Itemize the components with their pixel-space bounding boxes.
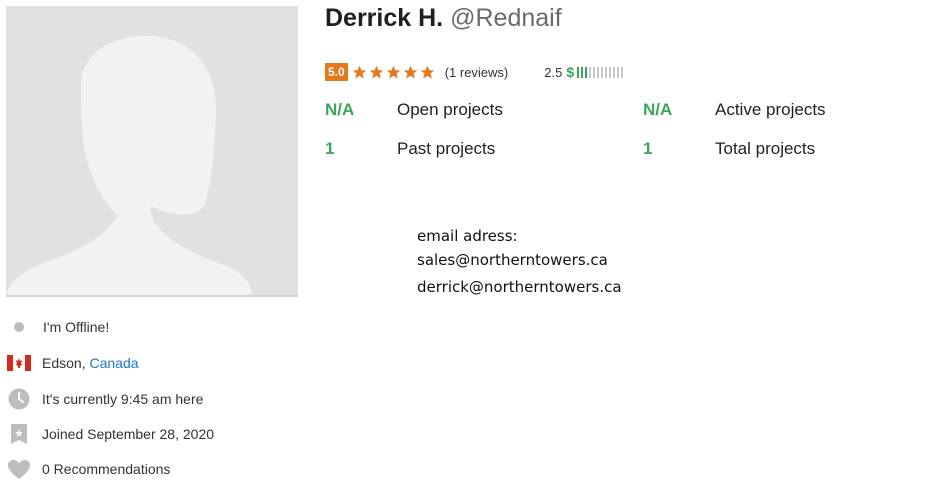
earnings-bar: [601, 66, 604, 78]
canada-flag-icon: [5, 349, 33, 377]
rating-stars: [352, 65, 437, 80]
star-icon: [352, 65, 366, 78]
rating-score-badge: 5.0: [325, 63, 348, 81]
heart-icon: [5, 455, 33, 483]
past-projects-value: 1: [325, 139, 335, 158]
clock-icon: [5, 385, 33, 413]
earnings-bars: [577, 66, 625, 78]
earnings-bar: [581, 66, 584, 78]
local-time-text: It's currently 9:45 am here: [42, 391, 204, 407]
badge-icon: [5, 420, 33, 448]
reviews-count[interactable]: (1 reviews): [445, 65, 509, 80]
earnings-bar: [609, 66, 612, 78]
profile-handle: @Rednaif: [450, 4, 562, 32]
contact-heading: email adress:: [417, 227, 518, 245]
location-country-link[interactable]: Canada: [89, 355, 138, 371]
total-projects-value: 1: [643, 139, 653, 158]
location-city: Edson: [42, 355, 82, 371]
avatar-silhouette-icon: [6, 6, 298, 295]
earnings-bar: [597, 66, 600, 78]
open-projects-value: N/A: [325, 100, 355, 119]
location-text: Edson, Canada: [42, 355, 139, 371]
profile-avatar: [6, 6, 298, 297]
past-projects-label: Past projects: [397, 139, 496, 158]
earnings-bar: [613, 66, 616, 78]
earnings-bar: [585, 66, 588, 78]
offline-dot-icon: [5, 313, 33, 341]
earnings-bar: [593, 66, 596, 78]
star-icon: [386, 65, 400, 78]
recommendations-text: 0 Recommendations: [42, 461, 171, 477]
total-projects-label: Total projects: [715, 139, 816, 158]
status-text: I'm Offline!: [43, 319, 110, 335]
earnings-bar: [605, 66, 608, 78]
profile-name: Derrick H.: [325, 4, 444, 32]
dollar-icon: $: [566, 64, 575, 80]
profile-header: Derrick H. @Rednaif: [325, 4, 562, 40]
contact-email-2[interactable]: derrick@northerntowers.ca: [417, 278, 622, 296]
active-projects-value: N/A: [643, 100, 673, 119]
contact-email-1[interactable]: sales@northerntowers.ca: [417, 251, 608, 269]
star-icon: [403, 65, 417, 78]
earnings-bar: [589, 66, 592, 78]
earnings-score: 2.5: [544, 64, 563, 80]
active-projects-label: Active projects: [715, 100, 826, 119]
star-icon: [420, 65, 434, 78]
rating-row: 5.0 (1 reviews) 2.5 $: [325, 62, 625, 82]
earnings-bar: [617, 66, 620, 78]
earnings-bar: [577, 66, 580, 78]
joined-text: Joined September 28, 2020: [42, 426, 215, 442]
star-icon: [369, 65, 383, 78]
open-projects-label: Open projects: [397, 100, 503, 119]
earnings-bar: [621, 66, 624, 78]
